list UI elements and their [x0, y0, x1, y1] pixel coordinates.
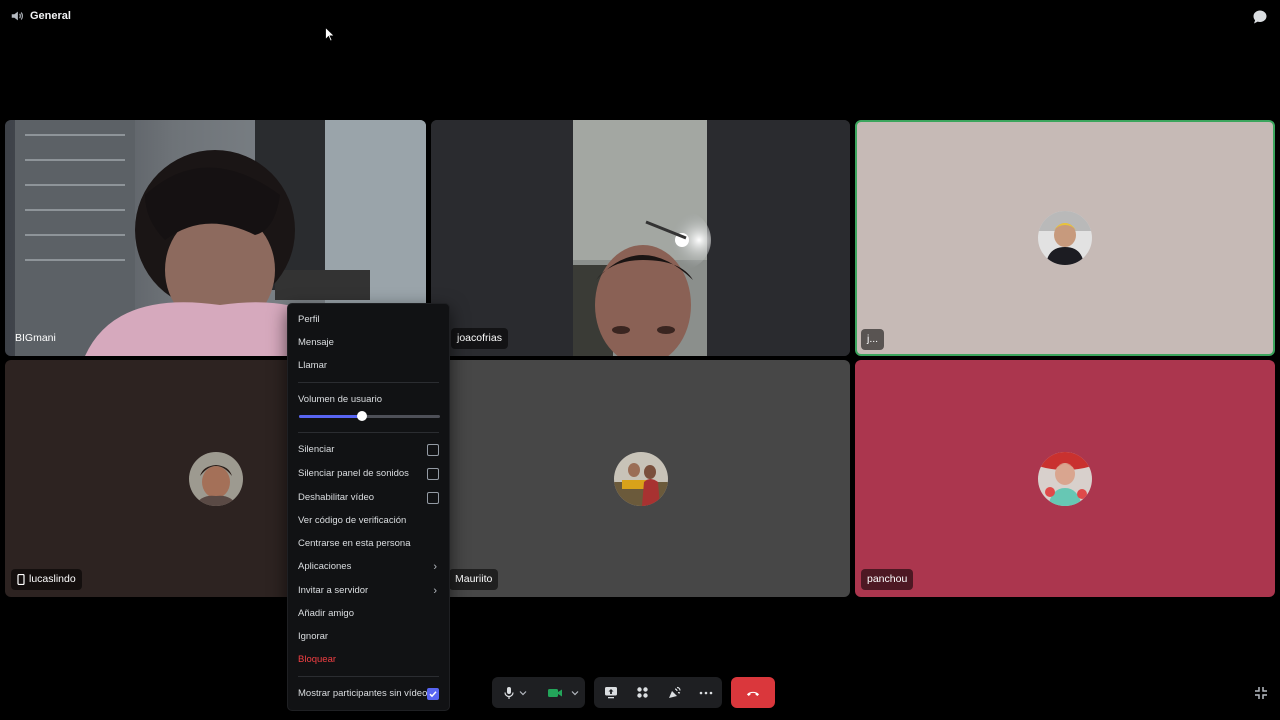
speaker-icon: [11, 11, 23, 21]
mute-soundboard-checkbox[interactable]: [427, 468, 439, 480]
participant-name: Mauriito: [449, 569, 499, 590]
user-volume-slider[interactable]: [299, 411, 440, 421]
mute-checkbox[interactable]: [427, 444, 439, 456]
avatar: [1038, 451, 1092, 506]
camera-button[interactable]: [540, 677, 570, 708]
menu-item-verification-code[interactable]: Ver código de verificación: [298, 511, 439, 531]
slider-fill: [299, 415, 363, 418]
participant-name: joacofrias: [451, 328, 508, 349]
participant-tile-panchou[interactable]: panchou: [855, 360, 1275, 597]
audio-video-controls: [492, 677, 585, 708]
menu-item-invite-server[interactable]: Invitar a servidor ›: [298, 581, 439, 601]
disconnect-button[interactable]: [731, 677, 775, 708]
menu-item-show-no-video[interactable]: Mostrar participantes sin vídeo: [298, 684, 439, 704]
menu-divider: [298, 382, 439, 383]
more-options-button[interactable]: [691, 677, 721, 708]
participant-tile-joacofrias[interactable]: joacofrias: [431, 120, 850, 356]
menu-item-profile[interactable]: Perfil: [298, 310, 439, 330]
camera-icon: [548, 688, 562, 697]
chevron-down-icon: [571, 690, 579, 695]
avatar: [189, 451, 243, 506]
top-bar: General: [0, 0, 1280, 32]
menu-divider: [298, 676, 439, 677]
soundboard-icon: [669, 686, 681, 698]
microphone-icon: [504, 686, 514, 699]
chevron-down-icon: [519, 690, 527, 695]
screen-share-icon: [605, 687, 617, 699]
participant-name: panchou: [861, 569, 914, 590]
soundboard-button[interactable]: [659, 677, 689, 708]
user-context-menu: Perfil Mensaje Llamar Volumen de usuario…: [287, 303, 450, 711]
microphone-options-button[interactable]: [516, 677, 530, 708]
menu-item-ignore[interactable]: Ignorar: [298, 627, 439, 647]
avatar: [613, 451, 668, 506]
chevron-right-icon: ›: [433, 585, 437, 597]
more-icon: [699, 691, 713, 694]
menu-item-mute[interactable]: Silenciar: [298, 440, 439, 460]
activities-button[interactable]: [627, 677, 657, 708]
mouse-cursor: [325, 27, 335, 42]
participant-tile-mauriito[interactable]: Mauriito: [431, 360, 850, 597]
disconnect-icon: [747, 691, 759, 696]
participant-name: lucaslindo: [11, 569, 82, 590]
participant-name: BIGmani: [15, 332, 56, 344]
camera-options-button[interactable]: [568, 677, 582, 708]
menu-item-disable-video[interactable]: Deshabilitar vídeo: [298, 488, 439, 508]
menu-divider: [298, 432, 439, 433]
disable-video-checkbox[interactable]: [427, 492, 439, 504]
menu-item-message[interactable]: Mensaje: [298, 333, 439, 353]
menu-item-focus-person[interactable]: Centrarse en esta persona: [298, 534, 439, 554]
menu-item-call[interactable]: Llamar: [298, 356, 439, 376]
menu-item-apps[interactable]: Aplicaciones ›: [298, 557, 439, 577]
participant-tile-j[interactable]: j...: [855, 120, 1275, 356]
participant-name: j...: [861, 329, 885, 350]
activities-icon: [636, 687, 648, 698]
channel-name: General: [30, 10, 71, 22]
menu-item-block[interactable]: Bloquear: [298, 650, 439, 670]
check-icon: [429, 691, 437, 698]
mobile-icon: [17, 574, 25, 585]
slider-knob[interactable]: [357, 411, 368, 421]
video-feed: [431, 120, 850, 356]
avatar: [1038, 211, 1092, 265]
menu-item-add-friend[interactable]: Añadir amigo: [298, 604, 439, 624]
user-volume-label: Volumen de usuario: [298, 394, 382, 405]
chevron-right-icon: ›: [433, 561, 437, 573]
screen-share-button[interactable]: [596, 677, 626, 708]
activity-controls: [594, 677, 722, 708]
show-no-video-checkbox[interactable]: [427, 688, 439, 700]
chat-icon[interactable]: [1252, 9, 1268, 25]
fullscreen-exit-icon[interactable]: [1254, 686, 1268, 700]
menu-item-mute-soundboard[interactable]: Silenciar panel de sonidos: [298, 464, 439, 484]
